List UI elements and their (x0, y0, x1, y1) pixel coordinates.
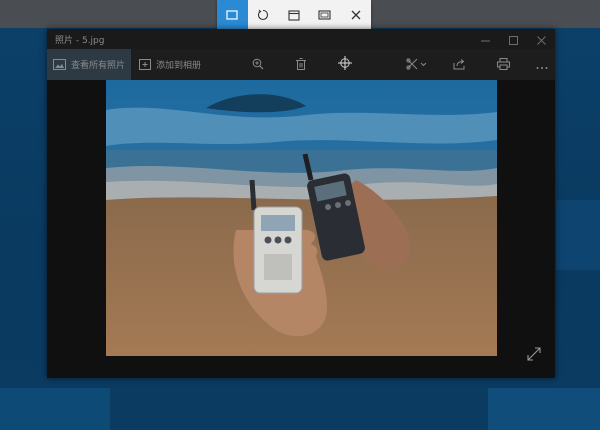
print-icon (496, 55, 510, 74)
freeform-snip-button[interactable] (248, 0, 279, 30)
more-button[interactable] (529, 49, 555, 80)
zoom-button[interactable] (245, 49, 271, 80)
edit-icon (406, 55, 428, 74)
delete-icon (296, 55, 306, 74)
expand-icon (527, 346, 541, 365)
desktop-tile (556, 200, 600, 270)
fullscreen-snip-button[interactable] (309, 0, 340, 30)
window-close-button[interactable] (527, 29, 555, 49)
photos-window: 照片 - 5.jpg 查看所有照片 添加到相册 (47, 29, 555, 378)
zoom-icon (252, 55, 264, 74)
edit-button[interactable] (400, 49, 434, 80)
title-bar: 照片 - 5.jpg (47, 29, 555, 49)
minimize-button[interactable] (471, 29, 499, 49)
share-icon (453, 55, 466, 74)
rectangular-snip-button[interactable] (217, 0, 248, 30)
photos-toolbar: 查看所有照片 添加到相册 (47, 49, 555, 80)
fullscreen-button[interactable] (523, 344, 545, 366)
close-snip-button[interactable] (340, 0, 371, 30)
view-all-photos-label: 查看所有照片 (71, 61, 126, 71)
rectangular-snip-icon (226, 10, 238, 20)
maximize-button[interactable] (499, 29, 527, 49)
window-snip-icon (288, 9, 300, 21)
enhance-icon (338, 55, 352, 74)
photo-viewer (47, 80, 555, 378)
maximize-icon (508, 30, 518, 49)
window-title: 照片 - 5.jpg (55, 36, 105, 46)
snip-toolbar (217, 0, 371, 30)
close-icon (351, 10, 361, 20)
desktop-tile (488, 388, 600, 430)
desktop-tile (0, 388, 110, 430)
fullscreen-snip-icon (318, 10, 331, 20)
more-icon (536, 55, 548, 74)
add-to-album-label: 添加到相册 (156, 61, 202, 71)
freeform-snip-icon (257, 9, 269, 21)
add-to-album-button[interactable]: 添加到相册 (133, 49, 207, 80)
print-button[interactable] (490, 49, 516, 80)
photo-image (106, 80, 497, 356)
enhance-button[interactable] (332, 49, 358, 80)
photos-icon (53, 59, 66, 70)
close-icon (536, 30, 546, 49)
delete-button[interactable] (288, 49, 314, 80)
minimize-icon (480, 30, 490, 49)
view-all-photos-button[interactable]: 查看所有照片 (47, 49, 132, 80)
window-snip-button[interactable] (279, 0, 310, 30)
album-icon (139, 59, 152, 70)
share-button[interactable] (446, 49, 472, 80)
